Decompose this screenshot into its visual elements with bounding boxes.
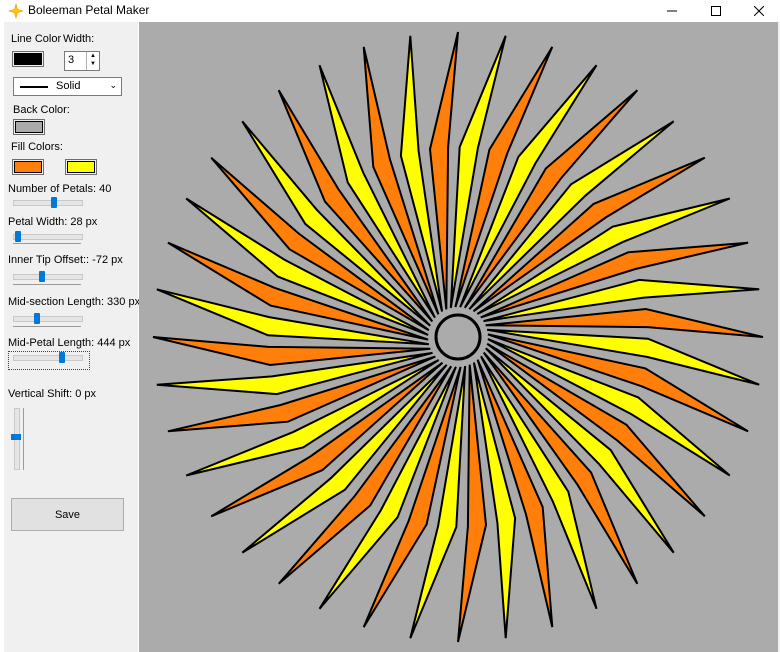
width-value: 3 [68,54,75,66]
petal-width-ticks [13,243,81,244]
mid-section-length-thumb[interactable] [34,313,40,324]
maximize-button[interactable] [694,0,738,22]
title-bar: Boleeman Petal Maker [0,0,780,22]
line-color-fill [14,53,42,65]
save-button[interactable]: Save [11,498,124,531]
spinner-arrows: ▲ ▼ [86,52,99,70]
window-title: Boleeman Petal Maker [28,3,150,17]
inner-tip-offset-ticks [13,284,81,285]
close-icon [754,6,764,16]
fill-color-1-swatch[interactable] [12,159,44,175]
width-spinner[interactable]: 3 ▲ ▼ [64,51,100,71]
close-button[interactable] [737,0,780,22]
spin-down-icon[interactable]: ▼ [87,60,99,68]
number-of-petals-track[interactable] [13,200,83,206]
vertical-shift-thumb[interactable] [11,434,21,440]
mid-section-length-ticks [13,326,81,327]
petal-width-label: Petal Width: 28 px [8,216,98,228]
line-style-preview [20,86,48,88]
center-hole [434,313,482,361]
maximize-icon [711,6,721,16]
back-color-label: Back Color: [13,104,70,116]
mid-section-length-label: Mid-section Length: 330 px [8,296,141,308]
minimize-icon [667,10,677,12]
app-star-icon [8,3,24,19]
vertical-shift-ticks [23,408,24,470]
vertical-shift-label: Vertical Shift: 0 px [8,388,97,400]
inner-tip-offset-thumb[interactable] [39,271,45,282]
mid-section-length-track[interactable] [13,316,83,322]
minimize-button[interactable] [650,0,694,22]
fill-color-2-swatch[interactable] [65,159,97,175]
fill-color-1-fill [14,161,42,173]
line-color-swatch[interactable] [12,51,44,67]
petal-width-track[interactable] [13,234,83,240]
back-color-swatch[interactable] [13,119,45,135]
chevron-down-icon: ⌄ [109,80,117,90]
inner-tip-offset-label: Inner Tip Offset:: -72 px [8,254,123,266]
fill-colors-label: Fill Colors: [11,141,63,153]
fill-color-2-fill [67,161,95,173]
inner-tip-offset-track[interactable] [13,274,83,280]
line-style-value: Solid [56,80,81,92]
petal-width-thumb[interactable] [15,231,21,242]
petal-canvas [139,22,780,652]
back-color-fill [15,121,43,133]
number-of-petals-label: Number of Petals: 40 [8,183,112,195]
number-of-petals-thumb[interactable] [51,197,57,208]
mid-petal-length-label: Mid-Petal Length: 444 px [8,337,131,349]
mid-petal-length-thumb[interactable] [59,352,65,363]
line-style-combo[interactable]: Solid ⌄ [13,77,122,96]
width-label: Width: [63,33,95,45]
mid-petal-length-track[interactable] [13,355,83,361]
line-color-label: Line Color [11,33,62,45]
spin-up-icon[interactable]: ▲ [87,52,99,60]
controls-panel: Line Color Width: 3 ▲ ▼ Solid ⌄ Back Col… [4,22,141,652]
